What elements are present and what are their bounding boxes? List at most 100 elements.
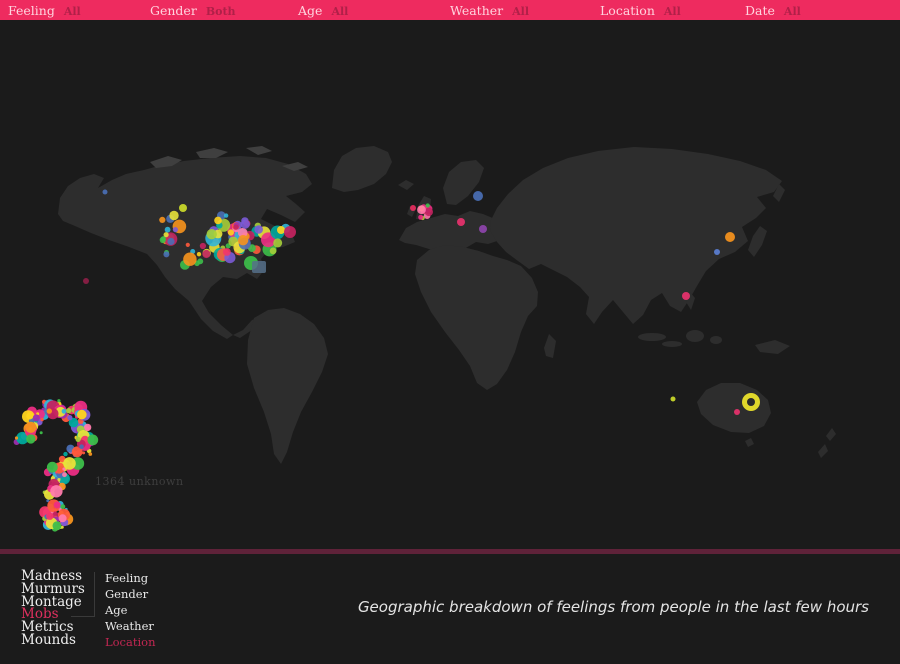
feeling-dot[interactable]	[224, 213, 228, 217]
new-guinea	[755, 340, 790, 354]
unknown-count-label: 1364 unknown	[95, 475, 184, 488]
feeling-dot[interactable]	[682, 292, 690, 300]
feeling-dot[interactable]	[214, 217, 222, 225]
unknown-dot[interactable]	[62, 409, 67, 414]
unknown-dot[interactable]	[63, 457, 76, 470]
unknown-dot[interactable]	[89, 452, 93, 456]
feeling-dot[interactable]	[714, 249, 720, 255]
filter-weather[interactable]: WeatherAll	[450, 0, 529, 20]
madagascar	[544, 334, 556, 358]
unknown-dot[interactable]	[87, 435, 98, 446]
unknown-dot[interactable]	[67, 415, 72, 420]
feeling-dot[interactable]	[169, 211, 178, 220]
feeling-dot[interactable]	[426, 203, 430, 207]
feeling-dot[interactable]	[179, 204, 187, 212]
feeling-dot[interactable]	[167, 238, 174, 245]
feeling-dot[interactable]	[223, 248, 231, 256]
feeling-dot[interactable]	[161, 236, 166, 241]
subnav-item-weather[interactable]: Weather	[105, 619, 156, 635]
unknown-dot[interactable]	[53, 521, 62, 530]
feeling-dot[interactable]	[83, 278, 89, 284]
filter-location[interactable]: LocationAll	[600, 0, 681, 20]
unknown-dot[interactable]	[46, 513, 53, 520]
feeling-dot[interactable]	[197, 252, 201, 256]
filter-age[interactable]: AgeAll	[298, 0, 348, 20]
feeling-square[interactable]	[252, 261, 266, 273]
tasmania	[745, 438, 754, 447]
feeling-dot[interactable]	[165, 227, 171, 233]
unknown-dot[interactable]	[26, 413, 33, 420]
subnav-item-age[interactable]: Age	[105, 603, 156, 619]
unknown-dot[interactable]	[50, 485, 62, 497]
feeling-dot[interactable]	[103, 190, 108, 195]
unknown-dot[interactable]	[25, 422, 36, 433]
subnav-item-feeling[interactable]: Feeling	[105, 571, 156, 587]
subnav-item-gender[interactable]: Gender	[105, 587, 156, 603]
feeling-dot[interactable]	[207, 229, 217, 239]
filter-bar: Feeling All GenderBoth AgeAll WeatherAll Loca…	[0, 0, 900, 20]
feeling-dot[interactable]	[457, 218, 465, 226]
feeling-dot[interactable]	[284, 226, 296, 238]
feeling-dot[interactable]	[479, 225, 487, 233]
unknown-dot[interactable]	[63, 452, 67, 456]
feeling-dot[interactable]	[277, 226, 285, 234]
feeling-dot[interactable]	[183, 253, 196, 266]
unknown-dot[interactable]	[18, 438, 21, 441]
unknown-dot[interactable]	[62, 472, 67, 477]
unknown-dot[interactable]	[76, 437, 81, 442]
filter-gender[interactable]: GenderBoth	[150, 0, 236, 20]
continents	[58, 146, 836, 464]
feeling-dot[interactable]	[273, 238, 282, 247]
unknown-dot[interactable]	[15, 436, 18, 439]
unknown-dot[interactable]	[84, 424, 91, 431]
feeling-dot[interactable]	[233, 224, 238, 229]
unknown-dot[interactable]	[57, 399, 60, 402]
unknown-dot[interactable]	[79, 444, 84, 449]
unknown-dot[interactable]	[61, 504, 66, 509]
unknown-dot[interactable]	[47, 462, 58, 473]
feeling-dot[interactable]	[671, 397, 676, 402]
feeling-dot[interactable]	[173, 227, 178, 232]
feeling-dot[interactable]	[200, 243, 206, 249]
unknown-dot[interactable]	[47, 408, 52, 413]
feeling-dot[interactable]	[418, 215, 423, 220]
unknown-dot[interactable]	[59, 514, 67, 522]
bottom-divider	[0, 549, 900, 554]
filter-value: All	[784, 5, 801, 18]
filter-value: All	[64, 5, 81, 18]
unknown-dot[interactable]	[26, 434, 35, 443]
unknown-dot[interactable]	[53, 511, 56, 514]
continent-south-america	[247, 308, 328, 464]
feeling-dot[interactable]	[163, 251, 169, 257]
filter-feeling[interactable]: Feeling All	[8, 0, 81, 20]
unknown-dot[interactable]	[54, 502, 61, 509]
java	[662, 341, 682, 347]
feeling-dot[interactable]	[254, 225, 263, 234]
feeling-dot[interactable]	[241, 220, 250, 229]
feeling-dot[interactable]	[473, 191, 483, 201]
sub-nav: FeelingGenderAgeWeatherLocation	[105, 571, 156, 651]
filter-value: All	[664, 5, 681, 18]
unknown-dot[interactable]	[77, 410, 87, 420]
feeling-dot[interactable]	[159, 217, 165, 223]
feeling-dot[interactable]	[734, 409, 740, 415]
subnav-item-location[interactable]: Location	[105, 635, 156, 651]
filter-label: Feeling	[8, 3, 55, 18]
feeling-dot[interactable]	[725, 232, 735, 242]
feeling-dot[interactable]	[238, 235, 248, 245]
feeling-dot[interactable]	[197, 258, 203, 264]
feeling-dot[interactable]	[417, 205, 426, 214]
nav-item-mounds[interactable]: Mounds	[21, 634, 85, 647]
unknown-dot[interactable]	[33, 414, 40, 421]
feeling-dot[interactable]	[202, 250, 210, 258]
filter-date[interactable]: DateAll	[745, 0, 801, 20]
unknown-dot[interactable]	[40, 431, 43, 434]
feeling-dot[interactable]	[270, 248, 277, 255]
feeling-dot[interactable]	[410, 205, 416, 211]
unknown-dot[interactable]	[66, 408, 71, 413]
unknown-dot[interactable]	[62, 468, 65, 471]
feeling-dot[interactable]	[186, 243, 190, 247]
borneo	[686, 330, 704, 342]
feeling-dot[interactable]	[425, 208, 433, 216]
unknown-dot[interactable]	[40, 418, 43, 421]
